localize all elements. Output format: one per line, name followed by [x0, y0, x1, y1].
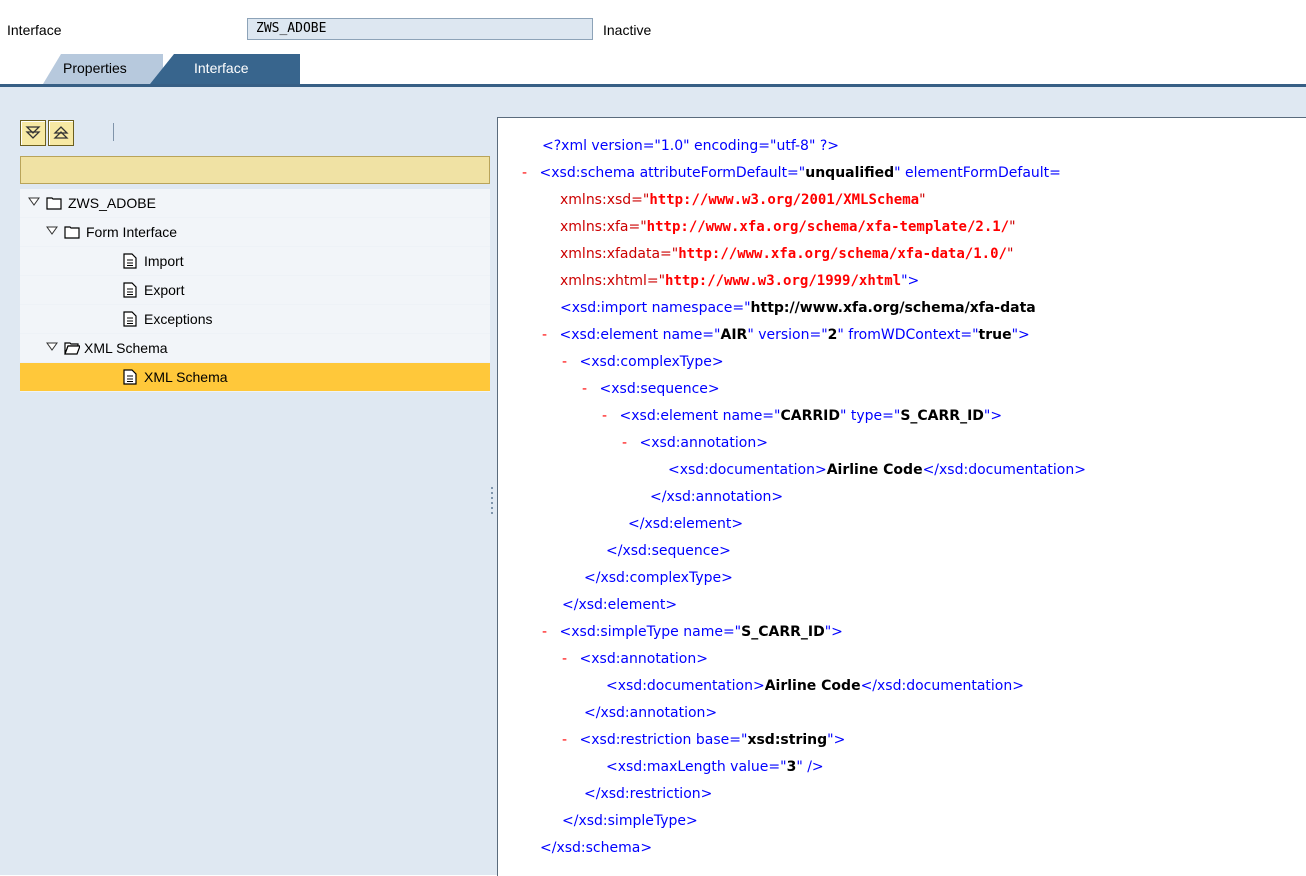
- xml-line: </xsd:simpleType>: [562, 813, 698, 829]
- xml-viewer[interactable]: <?xml version="1.0" encoding="utf-8" ?> …: [497, 117, 1306, 876]
- xml-line: xmlns:xfa="http://www.xfa.org/schema/xfa…: [560, 219, 1016, 235]
- xml-line: </xsd:annotation>: [650, 489, 784, 505]
- tree-node-xml-schema-folder[interactable]: XML Schema: [20, 334, 490, 363]
- tree-node-form-interface[interactable]: Form Interface: [20, 218, 490, 247]
- document-icon: [123, 253, 137, 269]
- open-folder-icon: [64, 342, 80, 355]
- collapse-toggle[interactable]: -: [562, 651, 567, 667]
- tree-node-xml-schema[interactable]: XML Schema: [20, 363, 490, 392]
- xml-line: <xsd:maxLength value="3" />: [606, 759, 824, 775]
- tab-interface[interactable]: Interface: [150, 54, 300, 84]
- header-bar: Interface ZWS_ADOBE Inactive: [0, 0, 1306, 46]
- tree-node-label: Export: [144, 282, 185, 298]
- xml-line: - <xsd:annotation>: [622, 435, 768, 451]
- xml-line: xmlns:xfadata="http://www.xfa.org/schema…: [560, 246, 1014, 262]
- document-icon: [123, 282, 137, 298]
- xml-line: - <xsd:complexType>: [562, 354, 724, 370]
- xml-line: </xsd:complexType>: [584, 570, 733, 586]
- document-icon: [123, 311, 137, 327]
- xml-line: </xsd:annotation>: [584, 705, 718, 721]
- collapse-all-button[interactable]: [48, 120, 74, 146]
- collapse-toggle[interactable]: -: [562, 354, 567, 370]
- xml-line: - <xsd:simpleType name="S_CARR_ID">: [542, 624, 843, 640]
- collapse-toggle[interactable]: -: [622, 435, 627, 451]
- tree-node-root[interactable]: ZWS_ADOBE: [20, 189, 490, 218]
- expand-all-button[interactable]: [20, 120, 46, 146]
- tab-properties[interactable]: Properties: [43, 54, 163, 84]
- interface-label: Interface: [7, 22, 62, 38]
- collapse-all-icon: [53, 126, 69, 139]
- xml-line: <xsd:documentation>Airline Code</xsd:doc…: [606, 678, 1024, 694]
- tree-node-exceptions[interactable]: Exceptions: [20, 305, 490, 334]
- tree-node-label: Import: [144, 253, 184, 269]
- xml-line: xmlns:xsd="http://www.w3.org/2001/XMLSch…: [560, 192, 926, 208]
- tree-node-label: ZWS_ADOBE: [68, 195, 156, 211]
- collapse-toggle[interactable]: -: [542, 327, 547, 343]
- xml-line: </xsd:element>: [628, 516, 744, 532]
- collapse-toggle[interactable]: -: [542, 624, 547, 640]
- interface-name-field[interactable]: ZWS_ADOBE: [247, 18, 593, 40]
- collapse-arrow-icon[interactable]: [46, 225, 58, 237]
- collapse-toggle[interactable]: -: [582, 381, 587, 397]
- tree-panel: ZWS_ADOBE Form Interface Import Export E…: [20, 87, 492, 875]
- tab-strip: Properties Interface: [0, 48, 1306, 84]
- collapse-arrow-icon[interactable]: [46, 341, 58, 353]
- xml-line: </xsd:schema>: [540, 840, 653, 856]
- tree-node-import[interactable]: Import: [20, 247, 490, 276]
- main-area: ZWS_ADOBE Form Interface Import Export E…: [0, 87, 1306, 876]
- xml-line: xmlns:xhtml="http://www.w3.org/1999/xhtm…: [560, 273, 920, 289]
- document-icon: [123, 369, 137, 385]
- xml-line: <xsd:import namespace="http://www.xfa.or…: [560, 300, 1036, 316]
- tree-node-label: XML Schema: [84, 340, 168, 356]
- collapse-toggle[interactable]: -: [522, 165, 527, 181]
- tree-node-label: XML Schema: [144, 369, 228, 385]
- splitter-handle[interactable]: [491, 487, 494, 517]
- xml-line: </xsd:restriction>: [584, 786, 713, 802]
- collapse-toggle[interactable]: -: [602, 408, 607, 424]
- xml-line: - <xsd:schema attributeFormDefault="unqu…: [522, 165, 1061, 181]
- folder-icon: [46, 197, 62, 210]
- tree: ZWS_ADOBE Form Interface Import Export E…: [20, 189, 490, 392]
- tree-node-export[interactable]: Export: [20, 276, 490, 305]
- xml-line: </xsd:element>: [562, 597, 678, 613]
- tree-node-label: Exceptions: [144, 311, 213, 327]
- xml-line: <?xml version="1.0" encoding="utf-8" ?>: [542, 138, 840, 154]
- xml-line: <xsd:documentation>Airline Code</xsd:doc…: [668, 462, 1086, 478]
- xml-line: - <xsd:restriction base="xsd:string">: [562, 732, 846, 748]
- xml-line: - <xsd:element name="CARRID" type="S_CAR…: [602, 408, 1003, 424]
- collapse-arrow-icon[interactable]: [28, 196, 40, 208]
- xml-line: - <xsd:sequence>: [582, 381, 720, 397]
- xml-line: </xsd:sequence>: [606, 543, 731, 559]
- xml-line: - <xsd:annotation>: [562, 651, 708, 667]
- collapse-toggle[interactable]: -: [562, 732, 567, 748]
- expand-all-icon: [25, 126, 41, 139]
- tree-search-bar[interactable]: [20, 156, 490, 184]
- status-text: Inactive: [603, 22, 652, 38]
- xml-line: - <xsd:element name="AIR" version="2" fr…: [542, 327, 1030, 343]
- tree-node-label: Form Interface: [86, 224, 178, 240]
- toolbar-separator: [113, 123, 114, 141]
- folder-icon: [64, 226, 80, 239]
